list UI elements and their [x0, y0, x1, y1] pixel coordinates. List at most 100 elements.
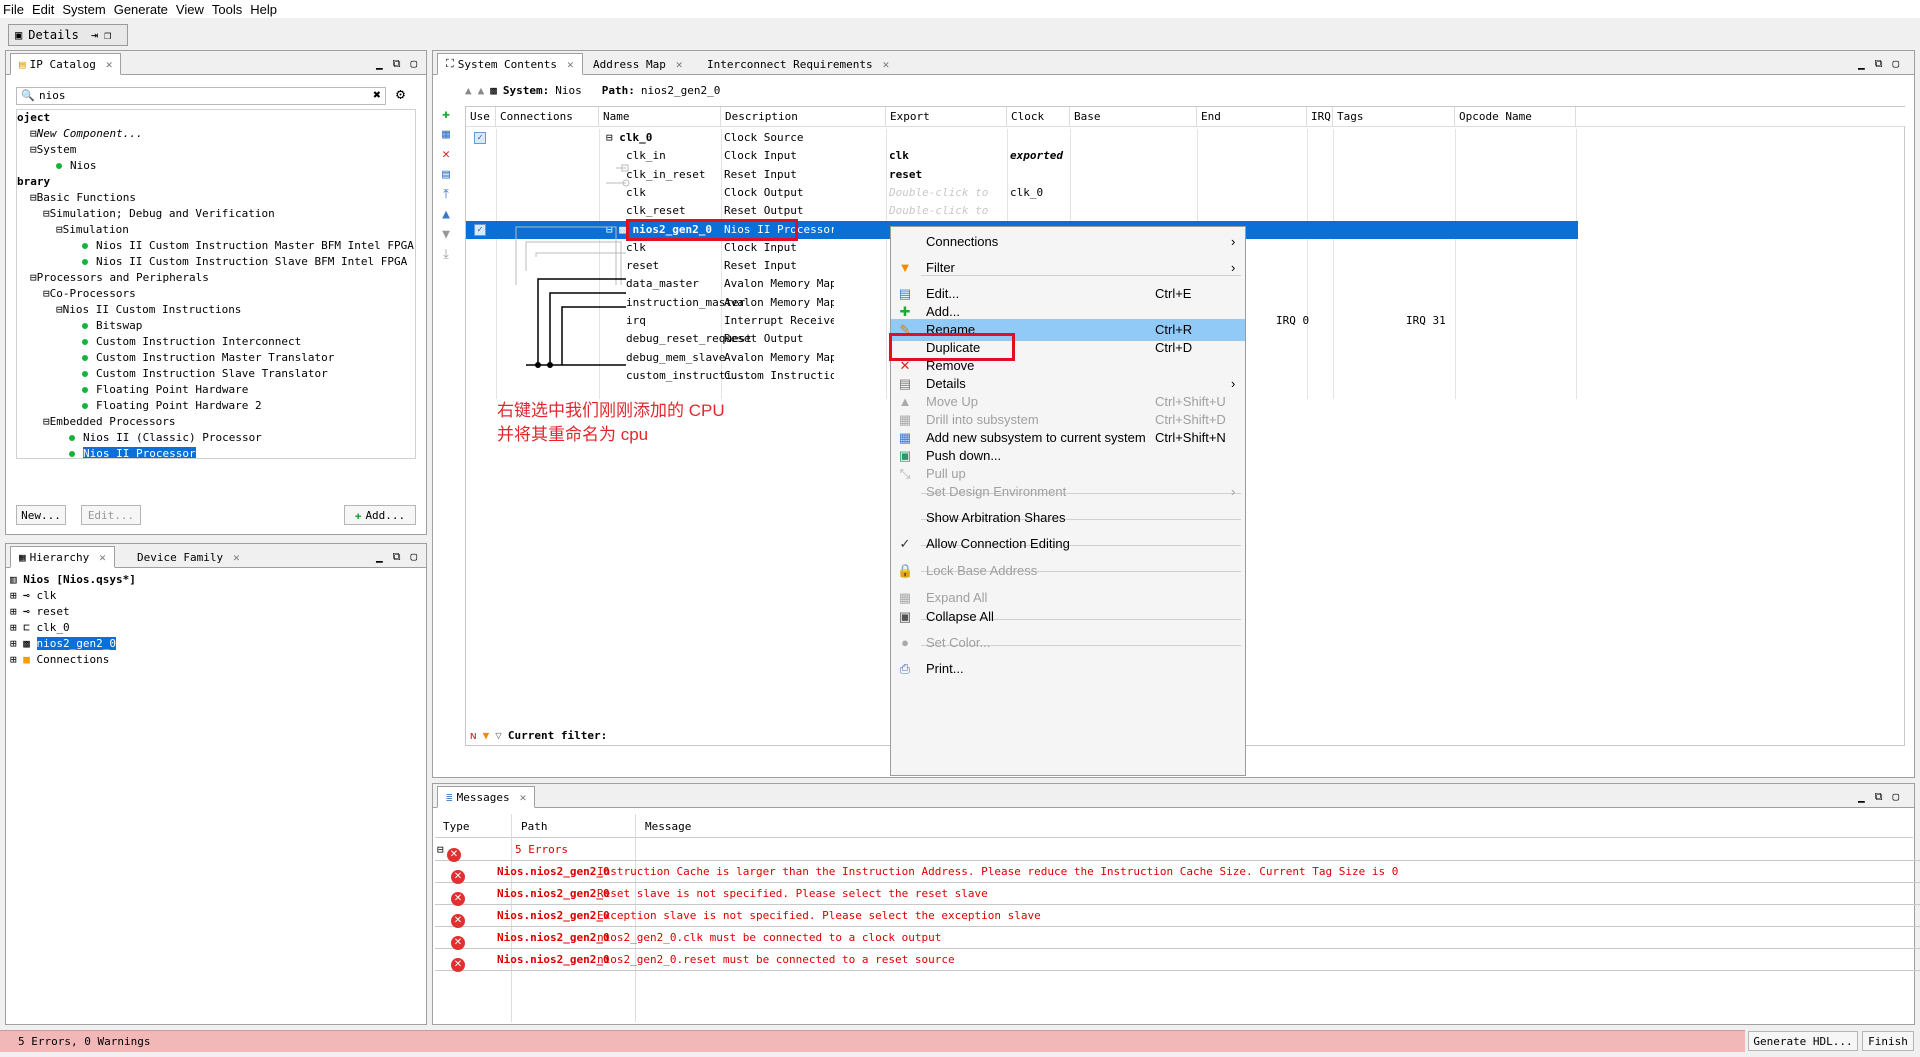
cell-desc[interactable]: Clock Input [724, 239, 834, 257]
cell-export[interactable]: reset [889, 166, 1004, 184]
close-icon[interactable]: ✕ [567, 58, 574, 71]
cell-desc[interactable]: Reset Input [724, 257, 834, 275]
popout-icon[interactable]: ⧉ [393, 550, 401, 564]
hierarchy-item[interactable]: ⊞ ■ Connections [10, 652, 410, 668]
ip-tree-item[interactable]: oject [17, 110, 415, 126]
move-bottom-icon[interactable]: ⤓ [439, 245, 453, 265]
minimize-icon[interactable]: ▁ [1858, 57, 1865, 71]
menu-item-lock-base-address[interactable]: 🔒 Lock Base Address [891, 560, 1245, 582]
message-row[interactable]: ✕ Nios.nios2_gen2_0 Instruction Cache is l… [435, 861, 1920, 884]
ip-tree-item[interactable]: Floating Point Hardware [17, 382, 415, 398]
expander-icon[interactable]: ⊟ [30, 191, 37, 204]
tab-interconnect[interactable]: Interconnect Requirements ✕ [698, 53, 898, 75]
cell-desc[interactable]: Reset Input [724, 166, 834, 184]
cell-desc[interactable]: Avalon Memory Mapped [724, 349, 834, 367]
row-name[interactable]: debug_mem_slave [626, 349, 725, 367]
column-header[interactable]: End [1197, 107, 1307, 127]
remove-icon[interactable]: ✕ [439, 145, 453, 165]
ip-tree-item[interactable]: ⊟New Component... [17, 126, 415, 142]
cell-desc[interactable]: Avalon Memory Mapped [724, 275, 834, 293]
ip-tree-item[interactable]: Nios II Custom Instruction Master BFM In… [17, 238, 415, 254]
cell-desc[interactable]: Interrupt Receiver [724, 312, 834, 330]
menu-generate[interactable]: Generate [114, 2, 168, 17]
clear-filter-icon[interactable]: ▽ [495, 729, 502, 742]
maximize-icon[interactable]: ▢ [410, 550, 417, 564]
ip-tree-item[interactable]: ⊟Co-Processors [17, 286, 415, 302]
messages-summary-row[interactable]: ⊟ ✕ 5 Errors [435, 839, 1920, 862]
menu-help[interactable]: Help [250, 2, 277, 17]
row-name[interactable]: data_master [626, 275, 699, 293]
finish-button[interactable]: Finish [1862, 1031, 1914, 1051]
column-header[interactable]: Description [721, 107, 886, 127]
move-top-icon[interactable]: ⤒ [439, 185, 453, 205]
menu-tools[interactable]: Tools [212, 2, 242, 17]
column-header[interactable]: Opcode Name [1455, 107, 1576, 127]
cell-desc[interactable]: Reset Output [724, 202, 834, 220]
hierarchy-root[interactable]: ▥ Nios [Nios.qsys*] [10, 572, 410, 588]
edit-button[interactable]: Edit... [81, 505, 141, 525]
close-icon[interactable]: ✕ [520, 791, 527, 804]
popout-icon[interactable]: ⧉ [393, 57, 401, 71]
add-icon[interactable]: ✚ [439, 105, 453, 125]
new-button[interactable]: New... [16, 505, 66, 525]
menu-item-print[interactable]: ⎙ Print... [891, 658, 1245, 680]
cell-desc[interactable]: Clock Source [724, 129, 834, 147]
cell-export[interactable]: Double-click to [889, 202, 1004, 220]
row-name[interactable]: clk_in_reset [626, 166, 705, 184]
expander-icon[interactable]: ⊟ [56, 303, 63, 316]
menu-item-set-color[interactable]: ● Set Color... [891, 632, 1245, 654]
menu-item-show-arbitration-shares[interactable]: Show Arbitration Shares [891, 507, 1245, 529]
message-row[interactable]: ✕ Nios.nios2_gen2_0 nios2_gen2_0.reset mus… [435, 949, 1920, 972]
cell-desc[interactable]: Clock Output [724, 184, 834, 202]
maximize-icon[interactable]: ▢ [1892, 790, 1899, 804]
close-icon[interactable]: ✕ [883, 58, 890, 71]
tab-address-map[interactable]: Address Map ✕ [584, 53, 691, 75]
menu-edit[interactable]: Edit [32, 2, 54, 17]
hierarchy-item[interactable]: ⊞ ⊸ clk [10, 588, 410, 604]
ip-tree-item[interactable]: Bitswap [17, 318, 415, 334]
close-icon[interactable]: ✕ [99, 551, 106, 564]
close-icon[interactable]: ✕ [676, 58, 683, 71]
column-header[interactable]: Base [1070, 107, 1197, 127]
clear-icon[interactable]: ✖ [373, 88, 381, 103]
message-row[interactable]: ✕ Nios.nios2_gen2_0 nios2_gen2_0.clk must … [435, 927, 1920, 950]
column-header[interactable]: Tags [1333, 107, 1455, 127]
expander-icon[interactable]: ⊟ [43, 207, 50, 220]
maximize-icon[interactable]: ▢ [410, 57, 417, 71]
ip-tree-item[interactable]: Custom Instruction Master Translator [17, 350, 415, 366]
move-down-icon[interactable]: ▼ [439, 225, 453, 245]
hierarchy-item[interactable]: ⊞ ⊸ reset [10, 604, 410, 620]
ip-tree-item[interactable]: ⊟Embedded Processors [17, 414, 415, 430]
cell-clock[interactable]: clk_0 [1010, 184, 1068, 202]
column-header[interactable]: Export [886, 107, 1007, 127]
ip-tree-item[interactable]: Nios [17, 158, 415, 174]
cell-desc[interactable]: Reset Output [724, 330, 834, 348]
column-header[interactable]: IRQ [1307, 107, 1333, 127]
ip-tree-item[interactable]: Nios II Processor [17, 446, 415, 458]
cell-desc[interactable]: Clock Input [724, 147, 834, 165]
details-tab[interactable]: ▣ Details ⇥ ❐ [8, 24, 128, 46]
ip-tree-item[interactable]: ⊟Nios II Custom Instructions [17, 302, 415, 318]
edit-icon[interactable]: ▤ [439, 165, 453, 185]
generate-hdl-button[interactable]: Generate HDL... [1748, 1031, 1858, 1051]
tab-system-contents[interactable]: ⛶ System Contents ✕ [437, 53, 583, 75]
message-row[interactable]: ✕ Nios.nios2_gen2_0 Exception slave is not… [435, 905, 1920, 928]
menu-file[interactable]: File [3, 2, 24, 17]
cell-clock[interactable]: exported [1010, 147, 1068, 165]
cell-base[interactable]: IRQ 0 [1276, 312, 1336, 330]
menu-system[interactable]: System [62, 2, 105, 17]
ip-tree-item[interactable]: Nios II Custom Instruction Slave BFM Int… [17, 254, 415, 270]
menu-item-set-design-environment[interactable]: Set Design Environment › [891, 481, 1245, 503]
ip-tree-item[interactable]: Nios II (Classic) Processor [17, 430, 415, 446]
settings-icon[interactable]: ⚙ [396, 85, 405, 103]
tab-messages[interactable]: ≣ Messages ✕ [437, 786, 536, 808]
ip-tree-item[interactable]: brary [17, 174, 415, 190]
expander-icon[interactable]: ⊟ [43, 415, 50, 428]
up-icon-2[interactable]: ▲ [478, 84, 485, 97]
menu-view[interactable]: View [176, 2, 204, 17]
ip-tree-item[interactable]: Custom Instruction Interconnect [17, 334, 415, 350]
expander-icon[interactable]: ⊟ [56, 223, 63, 236]
restore-icon[interactable]: ❐ [104, 28, 111, 42]
popout-icon[interactable]: ⧉ [1875, 790, 1883, 804]
cell-desc[interactable]: Avalon Memory Mapped [724, 294, 834, 312]
